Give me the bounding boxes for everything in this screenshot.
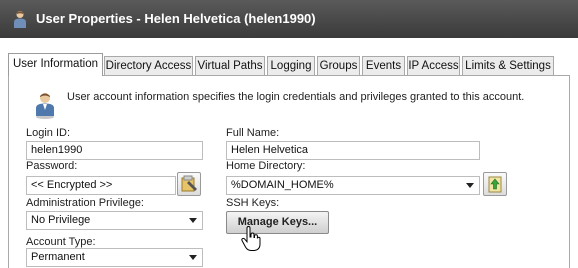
login-id-label: Login ID: [26, 127, 71, 139]
home-directory-select[interactable]: %DOMAIN_HOME% [226, 176, 480, 195]
home-directory-label: Home Directory: [226, 160, 306, 172]
full-name-field[interactable]: Helen Helvetica [226, 141, 480, 160]
chevron-down-icon [189, 218, 197, 223]
chevron-down-icon [466, 183, 474, 188]
tab-limits-settings[interactable]: Limits & Settings [462, 56, 554, 76]
admin-privilege-select[interactable]: No Privilege [26, 211, 203, 230]
login-id-field[interactable]: helen1990 [26, 141, 203, 160]
tab-strip: User Information Directory Access Virtua… [8, 53, 570, 76]
user-icon [14, 11, 26, 28]
home-directory-value: %DOMAIN_HOME% [231, 179, 334, 191]
hand-pointer-icon [241, 226, 261, 251]
account-type-label: Account Type: [26, 236, 96, 248]
password-field[interactable]: << Encrypted >> [26, 176, 176, 195]
tab-groups[interactable]: Groups [317, 56, 360, 76]
tab-directory-access[interactable]: Directory Access [104, 56, 193, 76]
password-label: Password: [26, 160, 78, 172]
password-edit-button[interactable] [177, 172, 201, 196]
account-type-select[interactable]: Permanent [26, 248, 203, 267]
tab-ip-access[interactable]: IP Access [407, 56, 460, 76]
admin-privilege-label: Administration Privilege: [26, 197, 144, 209]
title-bar: User Properties - Helen Helvetica (helen… [0, 0, 578, 38]
tab-logging[interactable]: Logging [267, 56, 315, 76]
ssh-keys-label: SSH Keys: [226, 197, 280, 209]
user-icon [36, 93, 54, 119]
tab-events[interactable]: Events [362, 56, 405, 76]
home-directory-button[interactable] [483, 172, 507, 196]
account-type-value: Permanent [31, 251, 85, 263]
chevron-down-icon [189, 255, 197, 260]
intro-text: User account information specifies the l… [67, 91, 525, 103]
tab-user-information[interactable]: User Information [8, 53, 103, 76]
admin-privilege-value: No Privilege [31, 214, 91, 226]
folder-up-icon [488, 176, 502, 193]
key-edit-icon [181, 175, 197, 192]
tab-virtual-paths[interactable]: Virtual Paths [195, 56, 265, 76]
full-name-label: Full Name: [226, 127, 280, 139]
window-title: User Properties - Helen Helvetica (helen… [36, 11, 316, 26]
